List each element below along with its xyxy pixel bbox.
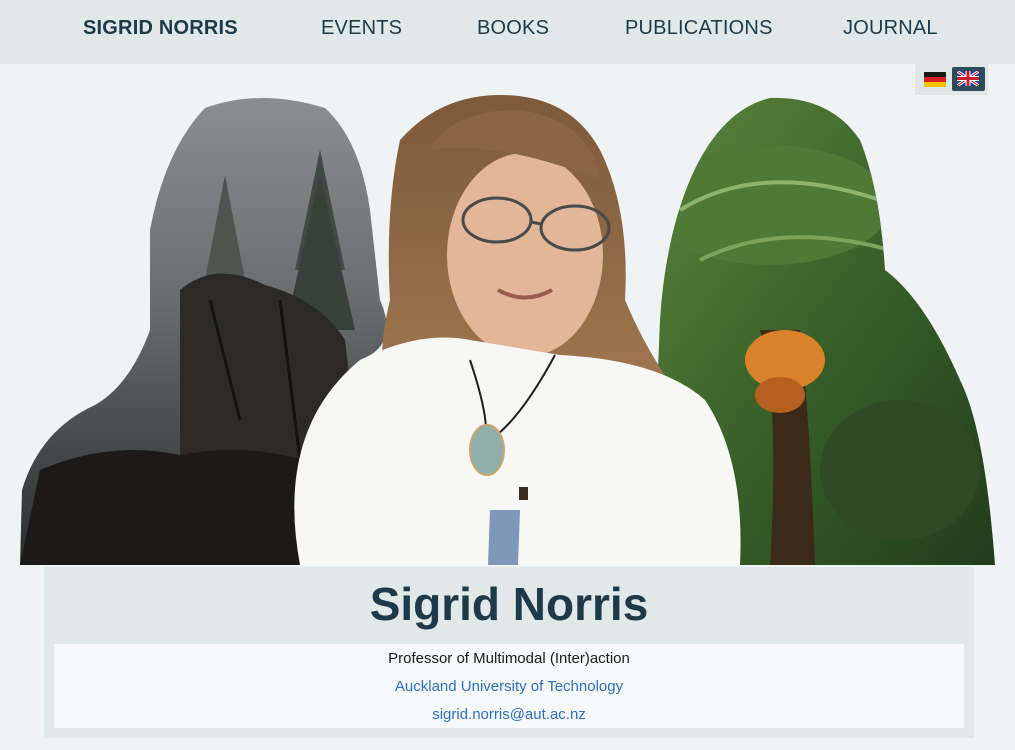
nav-item-events[interactable]: EVENTS xyxy=(321,17,402,40)
nav-item-books[interactable]: BOOKS xyxy=(477,17,549,40)
nav-brand-link[interactable]: SIGRID NORRIS xyxy=(83,17,238,40)
profile-details: Professor of Multimodal (Inter)action Au… xyxy=(54,644,964,728)
nav-item-journal[interactable]: JOURNAL xyxy=(843,17,938,40)
hero-image xyxy=(20,95,995,566)
profile-title: Professor of Multimodal (Inter)action xyxy=(388,650,630,667)
profile-card: Sigrid Norris Professor of Multimodal (I… xyxy=(44,567,974,738)
profile-name: Sigrid Norris xyxy=(369,578,649,630)
email-link[interactable]: sigrid.norris@aut.ac.nz xyxy=(54,706,964,723)
nav-item-publications[interactable]: PUBLICATIONS xyxy=(625,17,773,40)
page: SIGRID NORRIS EVENTS BOOKS PUBLICATIONS … xyxy=(0,0,1015,750)
top-nav: SIGRID NORRIS EVENTS BOOKS PUBLICATIONS … xyxy=(0,0,1015,64)
institution-link[interactable]: Auckland University of Technology xyxy=(54,678,964,695)
